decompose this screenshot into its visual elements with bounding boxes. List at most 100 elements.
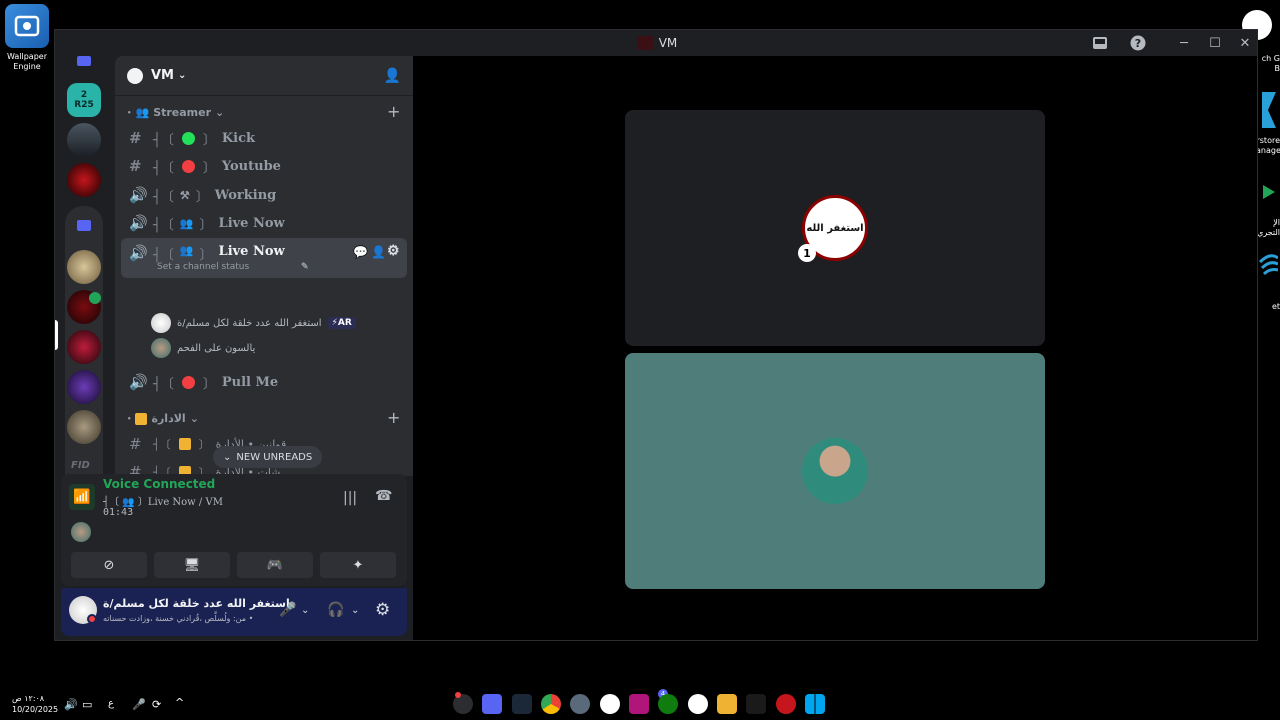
pencil-icon[interactable]: ✎	[301, 262, 309, 272]
user-name[interactable]: استغفر الله عدد خلقة لكل مسلم/ة	[103, 597, 290, 610]
channel-separator: ┤〔	[153, 217, 174, 233]
window-title-text: VM	[658, 36, 678, 50]
add-channel-icon[interactable]: +	[387, 408, 400, 427]
microsoft-store-icon[interactable]	[1258, 90, 1278, 130]
desktop-right-label-1: ch G	[1261, 54, 1280, 63]
language-indicator[interactable]: ع	[108, 698, 114, 709]
volume-icon[interactable]: 🔊	[64, 698, 78, 711]
desktop-right-label-1b: B	[1274, 64, 1280, 73]
inbox-icon[interactable]	[1091, 34, 1109, 52]
user-tag-text: AR	[337, 318, 352, 328]
voice-connected-title[interactable]: Voice Connected	[103, 477, 215, 491]
server-name: VM	[151, 68, 174, 83]
category-admin[interactable]: • الادارة ⌄	[127, 412, 199, 425]
participant-tile-2[interactable]	[625, 353, 1045, 589]
server-r3mh[interactable]	[67, 330, 101, 364]
settings-gear-icon[interactable]	[570, 694, 590, 714]
close-icon[interactable]: ✕	[1236, 34, 1254, 52]
taskbar-time[interactable]: ١٢:٠٨ ص	[12, 694, 44, 703]
invite-icon[interactable]: 👤	[371, 245, 386, 259]
obs-icon[interactable]	[600, 694, 620, 714]
tray-overflow-chevron-icon[interactable]: ^	[175, 696, 184, 709]
gear-icon[interactable]: ⚙	[387, 243, 400, 259]
channel-kick[interactable]: # ┤〔 〕 Kick	[121, 124, 407, 152]
tray-mic-icon[interactable]: 🎤	[132, 698, 146, 711]
discord-taskbar-icon[interactable]	[482, 694, 502, 714]
search-app-icon[interactable]	[688, 694, 708, 714]
folder-icon[interactable]	[77, 56, 91, 66]
server-fid-label[interactable]: FID	[71, 460, 90, 471]
network-icon[interactable]: ▭	[82, 698, 92, 711]
category-streamer[interactable]: • 👥 Streamer ⌄	[127, 106, 224, 119]
discord-window: VM ? ─ ☐ ✕ 2 R25 FID VM ⌄ 👤 • 👥 Streamer…	[54, 29, 1258, 641]
wallpaper-engine-desktop-icon[interactable]: Wallpaper Engine	[2, 4, 52, 72]
new-unreads-label: NEW UNREADS	[236, 451, 313, 463]
audio-options-chevron-icon[interactable]: ⌄	[351, 605, 359, 616]
participant-tile-1[interactable]: استغفر الله 1	[625, 110, 1045, 346]
channel-status[interactable]: Set a channel status	[157, 262, 249, 272]
chat-bubble-icon[interactable]: 💬	[353, 245, 368, 259]
add-channel-icon[interactable]: +	[387, 102, 400, 121]
xbox-icon[interactable]	[658, 694, 678, 714]
new-unreads-button[interactable]: ⌄ NEW UNREADS	[213, 446, 323, 468]
channel-working[interactable]: 🔊 ┤〔 ⚒ 〕 Working	[121, 181, 407, 209]
soundboard-button[interactable]: ✦	[320, 552, 396, 578]
channel-live-now-active[interactable]: 🔊 ┤〔 👥 〕 Live Now Set a channel status ✎…	[121, 238, 407, 278]
server-red-emblem[interactable]	[67, 163, 101, 197]
camera-off-button[interactable]: ⊘	[71, 552, 147, 578]
avatar-badge: 1	[798, 244, 816, 262]
headphones-icon[interactable]: 🎧	[327, 602, 344, 618]
channel-live-now-1[interactable]: 🔊 ┤〔 👥 〕 Live Now	[121, 209, 407, 237]
mic-options-chevron-icon[interactable]: ⌄	[301, 605, 309, 616]
channel-label: Working	[214, 187, 277, 203]
windows-start-icon[interactable]	[805, 694, 825, 714]
share-screen-button[interactable]: 🖥	[154, 552, 230, 578]
voice-user-2[interactable]: يالسون على الفحم	[151, 337, 255, 359]
activities-button[interactable]: 🎮	[237, 552, 313, 578]
voice-channel-icon: 🔊	[129, 186, 148, 204]
desktop-icon-label-2: Engine	[13, 62, 41, 71]
file-explorer-icon[interactable]	[717, 694, 737, 714]
window-title: VM	[636, 36, 678, 50]
invite-people-icon[interactable]: 👤	[384, 68, 401, 84]
maximize-icon[interactable]: ☐	[1206, 34, 1224, 52]
channel-youtube[interactable]: # ┤〔 〕 Youtube	[121, 152, 407, 180]
microphone-icon[interactable]: 🎤	[279, 602, 296, 618]
app-tools-icon[interactable]	[746, 694, 766, 714]
tray-sync-icon[interactable]: ⟳	[152, 698, 161, 711]
server-badge-icon	[127, 67, 143, 84]
voice-channel-path[interactable]: ┤〔 👥 〕Live Now / VM	[103, 493, 223, 508]
taskbar-date[interactable]: 10/20/2025	[12, 705, 58, 714]
voice-channel-icon: 🔊	[129, 244, 148, 262]
server-face[interactable]	[67, 250, 101, 284]
server-dark-figure[interactable]	[67, 123, 101, 157]
category-dot: •	[127, 414, 132, 423]
user-settings-gear-icon[interactable]: ⚙	[375, 600, 390, 620]
steam-icon[interactable]	[512, 694, 532, 714]
taskbar: ١٢:٠٨ ص 10/20/2025 🔊 ▭ ع 🎤 ⟳ ^ 4	[0, 688, 1280, 720]
user-status[interactable]: من: ولُسلَّص ،قُرادني خسنة ،وزادت حسناته…	[103, 614, 253, 623]
app-red-icon[interactable]	[776, 694, 796, 714]
voice-user-1[interactable]: استغفر الله عدد خلقة لكل مسلم/ة ⚡AR	[151, 312, 356, 334]
server-wolf[interactable]	[67, 410, 101, 444]
next-app-icon[interactable]	[629, 694, 649, 714]
play-icon[interactable]	[1260, 184, 1276, 200]
wifi-app-icon[interactable]	[1258, 250, 1279, 280]
user-panel: استغفر الله عدد خلقة لكل مسلم/ة من: ولُس…	[61, 588, 407, 636]
disconnect-icon[interactable]: ☎	[375, 488, 392, 504]
minimize-icon[interactable]: ─	[1175, 34, 1193, 52]
server-header[interactable]: VM ⌄ 👤	[115, 56, 413, 96]
server-r25[interactable]: 2 R25	[67, 83, 101, 117]
channel-pull-me[interactable]: 🔊 ┤〔 〕 Pull Me	[121, 368, 407, 396]
noise-suppression-icon[interactable]: |||	[343, 490, 357, 506]
server-purple[interactable]	[67, 370, 101, 404]
share-screen-icon: 🖥	[183, 557, 201, 573]
help-icon[interactable]: ?	[1129, 34, 1147, 52]
signal-icon[interactable]: 📶	[69, 484, 95, 510]
chrome-icon[interactable]	[541, 694, 561, 714]
chevron-down-icon: ⌄	[189, 412, 199, 425]
chevron-down-icon: ⌄	[178, 70, 187, 81]
folder-icon-2[interactable]	[77, 220, 91, 231]
server-badge-number: 2	[80, 90, 88, 100]
avatar[interactable]	[71, 522, 91, 542]
